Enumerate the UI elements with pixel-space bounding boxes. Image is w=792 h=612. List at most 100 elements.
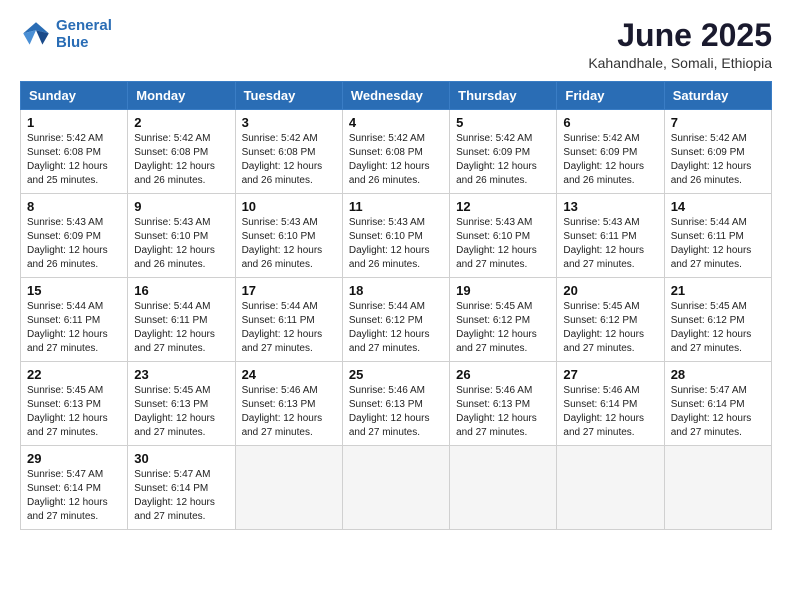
day-number: 29 xyxy=(27,451,121,466)
main-title: June 2025 xyxy=(588,18,772,53)
day-number: 19 xyxy=(456,283,550,298)
day-number: 24 xyxy=(242,367,336,382)
logo-icon xyxy=(20,19,52,51)
cell-info: Sunrise: 5:43 AMSunset: 6:10 PMDaylight:… xyxy=(134,217,215,270)
calendar-cell: 6 Sunrise: 5:42 AMSunset: 6:09 PMDaylight… xyxy=(557,110,664,194)
cell-info: Sunrise: 5:45 AMSunset: 6:13 PMDaylight:… xyxy=(27,385,108,438)
day-number: 18 xyxy=(349,283,443,298)
calendar-cell: 20 Sunrise: 5:45 AMSunset: 6:12 PMDayligh… xyxy=(557,278,664,362)
day-number: 4 xyxy=(349,115,443,130)
cell-info: Sunrise: 5:42 AMSunset: 6:09 PMDaylight:… xyxy=(671,133,752,186)
header-cell-tuesday: Tuesday xyxy=(235,82,342,110)
calendar-row: 15 Sunrise: 5:44 AMSunset: 6:11 PMDayligh… xyxy=(21,278,772,362)
header-cell-wednesday: Wednesday xyxy=(342,82,449,110)
day-number: 7 xyxy=(671,115,765,130)
day-number: 14 xyxy=(671,199,765,214)
cell-info: Sunrise: 5:44 AMSunset: 6:11 PMDaylight:… xyxy=(671,217,752,270)
cell-info: Sunrise: 5:42 AMSunset: 6:08 PMDaylight:… xyxy=(27,133,108,186)
calendar-row: 1 Sunrise: 5:42 AMSunset: 6:08 PMDaylight… xyxy=(21,110,772,194)
cell-info: Sunrise: 5:45 AMSunset: 6:12 PMDaylight:… xyxy=(671,301,752,354)
day-number: 11 xyxy=(349,199,443,214)
cell-info: Sunrise: 5:44 AMSunset: 6:11 PMDaylight:… xyxy=(134,301,215,354)
calendar-cell: 19 Sunrise: 5:45 AMSunset: 6:12 PMDayligh… xyxy=(450,278,557,362)
cell-info: Sunrise: 5:43 AMSunset: 6:09 PMDaylight:… xyxy=(27,217,108,270)
calendar-cell: 27 Sunrise: 5:46 AMSunset: 6:14 PMDayligh… xyxy=(557,362,664,446)
subtitle: Kahandhale, Somali, Ethiopia xyxy=(588,55,772,71)
cell-info: Sunrise: 5:46 AMSunset: 6:14 PMDaylight:… xyxy=(563,385,644,438)
calendar-row: 8Sunrise: 5:43 AMSunset: 6:09 PMDaylight… xyxy=(21,194,772,278)
calendar-cell xyxy=(450,446,557,530)
logo-line2: Blue xyxy=(56,34,89,51)
cell-info: Sunrise: 5:45 AMSunset: 6:12 PMDaylight:… xyxy=(456,301,537,354)
header-cell-monday: Monday xyxy=(128,82,235,110)
calendar-cell: 15Sunrise: 5:44 AMSunset: 6:11 PMDayligh… xyxy=(21,278,128,362)
calendar-cell xyxy=(235,446,342,530)
calendar-cell: 25 Sunrise: 5:46 AMSunset: 6:13 PMDayligh… xyxy=(342,362,449,446)
calendar-cell xyxy=(557,446,664,530)
day-number: 3 xyxy=(242,115,336,130)
day-number: 1 xyxy=(27,115,121,130)
header-cell-saturday: Saturday xyxy=(664,82,771,110)
header-cell-friday: Friday xyxy=(557,82,664,110)
day-number: 27 xyxy=(563,367,657,382)
calendar-cell: 30 Sunrise: 5:47 AMSunset: 6:14 PMDayligh… xyxy=(128,446,235,530)
calendar-body: 1 Sunrise: 5:42 AMSunset: 6:08 PMDaylight… xyxy=(21,110,772,530)
day-number: 20 xyxy=(563,283,657,298)
day-number: 16 xyxy=(134,283,228,298)
cell-info: Sunrise: 5:43 AMSunset: 6:10 PMDaylight:… xyxy=(456,217,537,270)
page: General Blue June 2025 Kahandhale, Somal… xyxy=(0,0,792,612)
cell-info: Sunrise: 5:47 AMSunset: 6:14 PMDaylight:… xyxy=(134,469,215,522)
calendar-cell: 5Sunrise: 5:42 AMSunset: 6:09 PMDaylight… xyxy=(450,110,557,194)
cell-info: Sunrise: 5:44 AMSunset: 6:11 PMDaylight:… xyxy=(242,301,323,354)
day-number: 12 xyxy=(456,199,550,214)
day-number: 30 xyxy=(134,451,228,466)
calendar-cell: 10 Sunrise: 5:43 AMSunset: 6:10 PMDayligh… xyxy=(235,194,342,278)
cell-info: Sunrise: 5:42 AMSunset: 6:09 PMDaylight:… xyxy=(456,133,537,186)
calendar-cell: 29 Sunrise: 5:47 AMSunset: 6:14 PMDayligh… xyxy=(21,446,128,530)
cell-info: Sunrise: 5:43 AMSunset: 6:11 PMDaylight:… xyxy=(563,217,644,270)
cell-info: Sunrise: 5:42 AMSunset: 6:09 PMDaylight:… xyxy=(563,133,644,186)
cell-info: Sunrise: 5:46 AMSunset: 6:13 PMDaylight:… xyxy=(242,385,323,438)
calendar-cell: 8Sunrise: 5:43 AMSunset: 6:09 PMDaylight… xyxy=(21,194,128,278)
calendar-cell: 21 Sunrise: 5:45 AMSunset: 6:12 PMDayligh… xyxy=(664,278,771,362)
header-row: SundayMondayTuesdayWednesdayThursdayFrid… xyxy=(21,82,772,110)
calendar: SundayMondayTuesdayWednesdayThursdayFrid… xyxy=(20,81,772,530)
cell-info: Sunrise: 5:45 AMSunset: 6:12 PMDaylight:… xyxy=(563,301,644,354)
day-number: 9 xyxy=(134,199,228,214)
calendar-cell: 4 Sunrise: 5:42 AMSunset: 6:08 PMDaylight… xyxy=(342,110,449,194)
calendar-cell: 7 Sunrise: 5:42 AMSunset: 6:09 PMDaylight… xyxy=(664,110,771,194)
header-cell-sunday: Sunday xyxy=(21,82,128,110)
calendar-cell: 24 Sunrise: 5:46 AMSunset: 6:13 PMDayligh… xyxy=(235,362,342,446)
day-number: 28 xyxy=(671,367,765,382)
calendar-cell: 17 Sunrise: 5:44 AMSunset: 6:11 PMDayligh… xyxy=(235,278,342,362)
calendar-cell: 11Sunrise: 5:43 AMSunset: 6:10 PMDayligh… xyxy=(342,194,449,278)
logo-text: General Blue xyxy=(56,18,112,51)
cell-info: Sunrise: 5:47 AMSunset: 6:14 PMDaylight:… xyxy=(27,469,108,522)
calendar-cell: 28 Sunrise: 5:47 AMSunset: 6:14 PMDayligh… xyxy=(664,362,771,446)
cell-info: Sunrise: 5:42 AMSunset: 6:08 PMDaylight:… xyxy=(242,133,323,186)
day-number: 10 xyxy=(242,199,336,214)
logo-line1: General xyxy=(56,17,112,34)
day-number: 17 xyxy=(242,283,336,298)
day-number: 26 xyxy=(456,367,550,382)
calendar-cell: 1 Sunrise: 5:42 AMSunset: 6:08 PMDaylight… xyxy=(21,110,128,194)
calendar-cell: 16 Sunrise: 5:44 AMSunset: 6:11 PMDayligh… xyxy=(128,278,235,362)
cell-info: Sunrise: 5:42 AMSunset: 6:08 PMDaylight:… xyxy=(349,133,430,186)
calendar-cell: 13Sunrise: 5:43 AMSunset: 6:11 PMDayligh… xyxy=(557,194,664,278)
calendar-cell: 9 Sunrise: 5:43 AMSunset: 6:10 PMDaylight… xyxy=(128,194,235,278)
day-number: 25 xyxy=(349,367,443,382)
calendar-row: 22 Sunrise: 5:45 AMSunset: 6:13 PMDayligh… xyxy=(21,362,772,446)
calendar-cell: 26Sunrise: 5:46 AMSunset: 6:13 PMDayligh… xyxy=(450,362,557,446)
calendar-cell xyxy=(664,446,771,530)
day-number: 6 xyxy=(563,115,657,130)
day-number: 2 xyxy=(134,115,228,130)
cell-info: Sunrise: 5:43 AMSunset: 6:10 PMDaylight:… xyxy=(242,217,323,270)
cell-info: Sunrise: 5:46 AMSunset: 6:13 PMDaylight:… xyxy=(349,385,430,438)
day-number: 21 xyxy=(671,283,765,298)
calendar-cell: 18Sunrise: 5:44 AMSunset: 6:12 PMDayligh… xyxy=(342,278,449,362)
day-number: 15 xyxy=(27,283,121,298)
day-number: 22 xyxy=(27,367,121,382)
title-block: June 2025 Kahandhale, Somali, Ethiopia xyxy=(588,18,772,71)
cell-info: Sunrise: 5:47 AMSunset: 6:14 PMDaylight:… xyxy=(671,385,752,438)
calendar-cell: 23Sunrise: 5:45 AMSunset: 6:13 PMDayligh… xyxy=(128,362,235,446)
